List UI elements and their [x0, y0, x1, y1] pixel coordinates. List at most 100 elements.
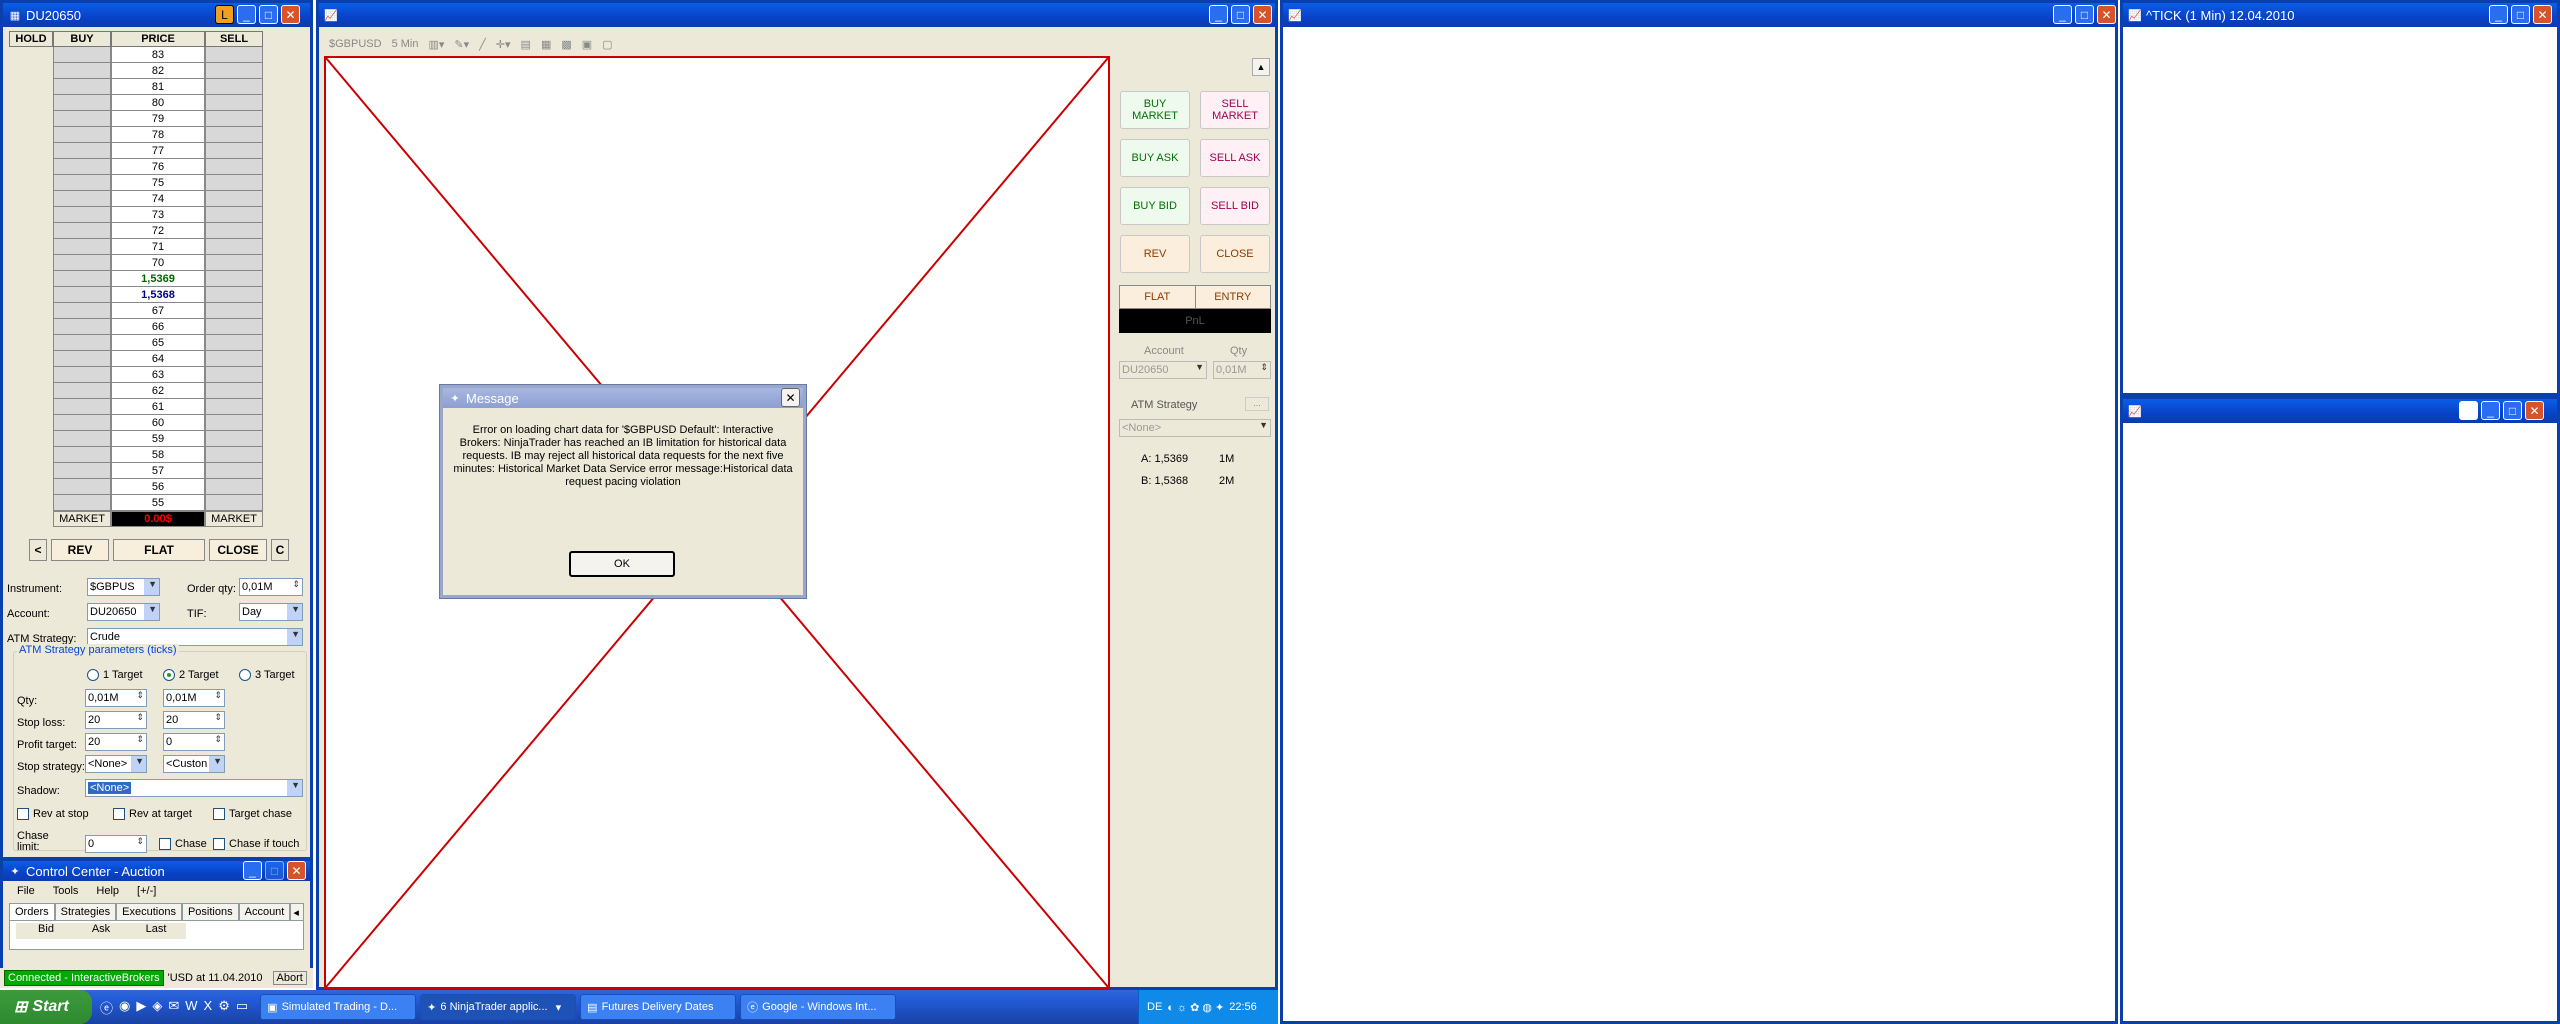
clock[interactable]: 22:56	[1229, 1001, 1257, 1013]
sell-cell[interactable]	[205, 367, 263, 383]
buy-cell[interactable]	[53, 335, 111, 351]
maximize-button[interactable]: □	[259, 5, 278, 24]
rev-at-target-checkbox[interactable]: Rev at target	[113, 808, 192, 820]
close-dialog-button[interactable]: ✕	[781, 388, 800, 407]
order-qty-input[interactable]: 0,01M ⇕	[239, 578, 303, 596]
buy-cell[interactable]	[53, 127, 111, 143]
sell-cell[interactable]	[205, 463, 263, 479]
sell-cell[interactable]	[205, 159, 263, 175]
target2-radio[interactable]: 2 Target	[163, 669, 219, 681]
tif-select[interactable]: Day ▼	[239, 603, 303, 621]
account-select[interactable]: DU20650 ▼	[87, 603, 160, 621]
buy-cell[interactable]	[53, 415, 111, 431]
buy-cell[interactable]	[53, 447, 111, 463]
chase-if-touch-checkbox[interactable]: Chase if touch	[213, 838, 299, 850]
stop1-input[interactable]: 20 ⇕	[85, 711, 147, 729]
prev-button[interactable]: <	[29, 539, 47, 561]
buy-cell[interactable]	[53, 479, 111, 495]
entry-button[interactable]: ENTRY	[1195, 286, 1270, 308]
market-sell-button[interactable]: MARKET	[205, 511, 263, 527]
sell-cell[interactable]	[205, 383, 263, 399]
buy-cell[interactable]	[53, 223, 111, 239]
buy-cell[interactable]	[53, 399, 111, 415]
sell-cell[interactable]	[205, 79, 263, 95]
sell-cell[interactable]	[205, 63, 263, 79]
sell-cell[interactable]	[205, 415, 263, 431]
sell-cell[interactable]	[205, 143, 263, 159]
target1-radio[interactable]: 1 Target	[87, 669, 143, 681]
sell-cell[interactable]	[205, 351, 263, 367]
task-futures-delivery[interactable]: ▤ Futures Delivery Dates	[580, 994, 737, 1020]
close-window-button[interactable]: ✕	[2097, 5, 2116, 24]
buy-cell[interactable]	[53, 207, 111, 223]
menu-help[interactable]: Help	[96, 885, 119, 897]
blank-button[interactable]	[2459, 401, 2478, 420]
buy-cell[interactable]	[53, 351, 111, 367]
sell-cell[interactable]	[205, 255, 263, 271]
start-button[interactable]: ⊞ Start	[0, 990, 92, 1024]
crosshair-icon[interactable]: ✛▾	[496, 38, 511, 51]
buy-ask-button[interactable]: BUY ASK	[1120, 139, 1190, 177]
stop2-input[interactable]: 20 ⇕	[163, 711, 225, 729]
instrument-dropdown[interactable]: $GBPUSD	[329, 38, 382, 50]
buy-market-button[interactable]: BUY MARKET	[1120, 91, 1190, 129]
buy-cell[interactable]	[53, 255, 111, 271]
abort-button[interactable]: Abort	[272, 971, 307, 985]
tab-executions[interactable]: Executions	[116, 903, 182, 920]
buy-cell[interactable]	[53, 159, 111, 175]
draw-icon[interactable]: ✎▾	[454, 38, 469, 51]
task-ninjatrader[interactable]: ✦ 6 NinjaTrader applic... ▾	[420, 994, 577, 1020]
sell-cell[interactable]	[205, 303, 263, 319]
sell-cell[interactable]	[205, 287, 263, 303]
sell-cell[interactable]	[205, 335, 263, 351]
screenshot-icon[interactable]: ▢	[602, 38, 612, 51]
sell-cell[interactable]	[205, 271, 263, 287]
close-window-button[interactable]: ✕	[1253, 5, 1272, 24]
buy-cell[interactable]	[53, 383, 111, 399]
profit2-input[interactable]: 0 ⇕	[163, 733, 225, 751]
maximize-button[interactable]: □	[2511, 5, 2530, 24]
tab-scroll-icon[interactable]: ◂ ▸	[290, 903, 304, 932]
control-center-titlebar[interactable]: ✦ Control Center - Auction _ □ ✕	[3, 861, 310, 881]
buy-cell[interactable]	[53, 287, 111, 303]
buy-cell[interactable]	[53, 95, 111, 111]
qty-input-disabled[interactable]: 0,01M ⇕	[1213, 361, 1271, 379]
excel-icon[interactable]: X	[204, 998, 213, 1017]
order-panel-icon[interactable]: ▦	[541, 38, 551, 51]
language-indicator[interactable]: DE	[1147, 1001, 1162, 1013]
print-icon[interactable]: ▣	[582, 38, 592, 51]
flat-order-button[interactable]: FLAT	[1120, 286, 1196, 308]
grid-icon[interactable]: ▩	[561, 38, 571, 51]
account-select-disabled[interactable]: DU20650 ▼	[1119, 361, 1207, 379]
chart-titlebar[interactable]: 📈 _ □ ✕	[319, 3, 1275, 27]
minimize-button[interactable]: _	[1209, 5, 1228, 24]
word-icon[interactable]: W	[185, 998, 197, 1017]
buy-bid-button[interactable]: BUY BID	[1120, 187, 1190, 225]
sell-market-button[interactable]: SELL MARKET	[1200, 91, 1270, 129]
line-icon[interactable]: ╱	[479, 38, 486, 51]
chase-checkbox[interactable]: Chase	[159, 838, 207, 850]
tab-account[interactable]: Account	[238, 903, 291, 920]
tab-orders[interactable]: Orders	[9, 903, 55, 920]
sell-cell[interactable]	[205, 47, 263, 63]
collapse-panel-icon[interactable]: ▲	[1252, 58, 1270, 76]
properties-icon[interactable]: ▤	[521, 38, 531, 51]
lower-right-titlebar[interactable]: 📈 _ □ ✕	[2123, 399, 2557, 423]
menu-tools[interactable]: Tools	[53, 885, 79, 897]
buy-cell[interactable]	[53, 47, 111, 63]
rev-order-button[interactable]: REV	[1120, 235, 1190, 273]
sell-cell[interactable]	[205, 431, 263, 447]
sell-cell[interactable]	[205, 495, 263, 511]
task-simulated-trading[interactable]: ▣ Simulated Trading - D...	[260, 994, 417, 1020]
outlook-icon[interactable]: ✉	[168, 998, 179, 1017]
sell-cell[interactable]	[205, 399, 263, 415]
stop-strategy2-select[interactable]: <Custon ▼	[163, 755, 225, 773]
rev-button[interactable]: REV	[51, 539, 109, 561]
tick-titlebar[interactable]: 📈 ^TICK (1 Min) 12.04.2010 _ □ ✕	[2123, 3, 2557, 27]
buy-cell[interactable]	[53, 239, 111, 255]
desktop-icon[interactable]: ▭	[236, 998, 248, 1017]
buy-cell[interactable]	[53, 367, 111, 383]
target3-radio[interactable]: 3 Target	[239, 669, 295, 681]
maximize-button[interactable]: □	[2075, 5, 2094, 24]
sell-cell[interactable]	[205, 447, 263, 463]
